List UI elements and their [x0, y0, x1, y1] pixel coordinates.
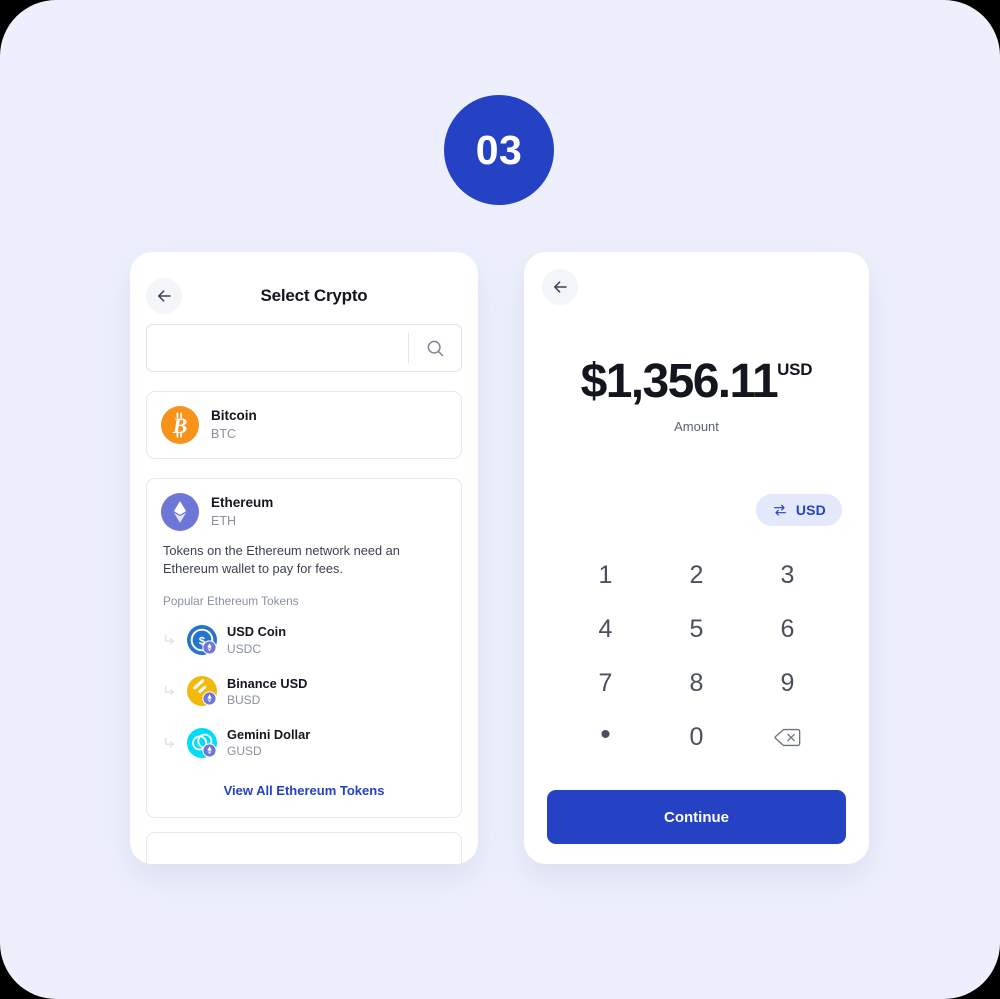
- currency-chip-row: USD: [524, 494, 869, 526]
- select-crypto-screen: Select Crypto B Bitcoin BTC Ethereum ETH…: [130, 252, 478, 864]
- token-symbol: GUSD: [227, 744, 262, 759]
- token-row-usdc[interactable]: $ USD Coin USDC: [147, 614, 461, 665]
- step-number: 03: [475, 126, 523, 173]
- left-header: Select Crypto: [130, 252, 478, 322]
- arrow-left-icon: [553, 281, 567, 293]
- key-2[interactable]: 2: [651, 548, 742, 602]
- bitcoin-icon: B: [161, 406, 199, 444]
- crypto-card-partial[interactable]: [146, 831, 462, 864]
- branch-arrow-icon: [164, 634, 175, 645]
- branch-arrow-icon: [164, 686, 175, 696]
- binance-usd-icon: [187, 676, 217, 707]
- key-9[interactable]: 9: [742, 656, 833, 710]
- token-name: Binance USD: [227, 675, 308, 691]
- token-list: $ USD Coin USDC Binance USD BUSD Gemini …: [147, 610, 461, 770]
- key-6[interactable]: 6: [742, 602, 833, 656]
- token-symbol: USDC: [227, 641, 262, 656]
- svg-text:B: B: [172, 414, 188, 438]
- token-name: USD Coin: [227, 624, 287, 640]
- key-0[interactable]: 0: [651, 710, 742, 764]
- usd-coin-icon: $: [187, 625, 217, 656]
- search-icon: [427, 340, 443, 356]
- coin-symbol: BTC: [211, 426, 236, 441]
- ethereum-row[interactable]: Ethereum ETH: [147, 479, 461, 545]
- search-bar[interactable]: [146, 324, 462, 372]
- ethereum-icon: [161, 493, 199, 531]
- key-decimal[interactable]: •: [560, 710, 651, 764]
- amount-currency: USD: [777, 360, 813, 379]
- amount-value: $1,356.11: [580, 355, 779, 408]
- bitcoin-row[interactable]: B Bitcoin BTC: [147, 392, 461, 458]
- step-badge: 03: [444, 95, 554, 205]
- key-7[interactable]: 7: [560, 656, 651, 710]
- ethereum-description: Tokens on the Ethereum network need an E…: [163, 543, 400, 577]
- key-1[interactable]: 1: [560, 548, 651, 602]
- page-root: 03 Select Crypto B Bitcoin BTC Ethereum …: [0, 0, 1000, 999]
- key-4[interactable]: 4: [560, 602, 651, 656]
- key-5[interactable]: 5: [651, 602, 742, 656]
- coin-name: Bitcoin: [211, 408, 257, 424]
- view-all-ethereum-tokens-link[interactable]: View All Ethereum Tokens: [147, 771, 461, 817]
- continue-wrap: Continue: [524, 780, 869, 844]
- coin-name: Ethereum: [211, 495, 274, 511]
- branch-arrow-icon: [164, 737, 175, 748]
- search-button[interactable]: [409, 325, 461, 371]
- amount-display: $1,356.11 USD Amount: [524, 358, 869, 435]
- coin-symbol: ETH: [211, 513, 236, 528]
- swap-icon: [773, 504, 786, 516]
- crypto-card-bitcoin[interactable]: B Bitcoin BTC: [146, 391, 462, 459]
- token-row-gusd[interactable]: Gemini Dollar GUSD: [147, 717, 461, 768]
- token-name: Gemini Dollar: [227, 727, 311, 743]
- amount-entry-screen: $1,356.11 USD Amount USD 1 2 3 4 5 6 7 8: [524, 252, 869, 864]
- token-symbol: BUSD: [227, 693, 261, 708]
- popular-tokens-label: Popular Ethereum Tokens: [163, 594, 299, 609]
- key-backspace[interactable]: [742, 710, 833, 764]
- search-input[interactable]: [147, 325, 408, 371]
- gemini-dollar-icon: [187, 727, 217, 758]
- right-header: [524, 252, 869, 305]
- backspace-icon: [774, 728, 801, 746]
- crypto-card-ethereum[interactable]: Ethereum ETH Tokens on the Ethereum netw…: [146, 478, 462, 818]
- amount-line: $1,356.11 USD: [581, 358, 813, 406]
- token-row-busd[interactable]: Binance USD BUSD: [147, 666, 461, 717]
- back-button[interactable]: [542, 269, 578, 305]
- numeric-keypad: 1 2 3 4 5 6 7 8 9 • 0: [524, 548, 869, 764]
- continue-button[interactable]: Continue: [547, 790, 846, 844]
- key-8[interactable]: 8: [651, 656, 742, 710]
- page-title: Select Crypto: [260, 285, 368, 305]
- currency-chip-label: USD: [795, 502, 826, 518]
- amount-label: Amount: [674, 419, 719, 434]
- key-3[interactable]: 3: [742, 548, 833, 602]
- currency-switch-chip[interactable]: USD: [755, 494, 842, 526]
